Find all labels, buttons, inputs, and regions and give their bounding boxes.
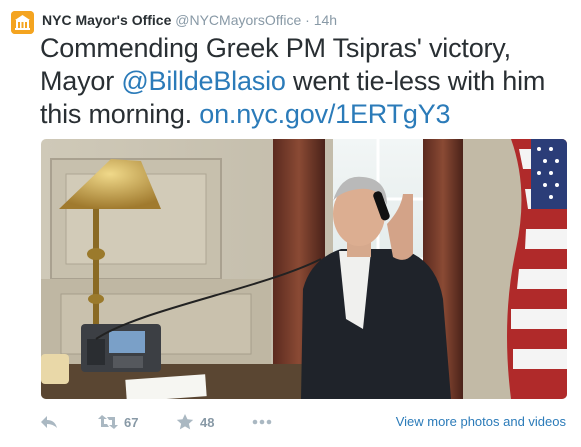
nyc-seal-icon [11,11,34,34]
retweet-button[interactable]: 67 [98,414,138,430]
view-more-photos-link[interactable]: View more photos and videos [396,414,566,429]
more-button[interactable] [252,419,272,425]
author-name[interactable]: NYC Mayor's Office [42,12,171,28]
photo-image [41,139,567,399]
header-separator: · [305,12,310,28]
retweet-icon [98,415,118,429]
tweet-timestamp[interactable]: 14h [314,12,337,28]
tweet-text: Commending Greek PM Tsipras' victory, Ma… [40,32,570,131]
reply-icon [41,416,57,428]
tweet-photo[interactable] [41,139,567,399]
mention-link[interactable]: @BilldeBlasio [121,66,286,96]
avatar[interactable] [11,11,34,34]
reply-button[interactable] [40,414,58,430]
favorite-star-icon [176,414,194,430]
more-dots-icon [252,419,272,425]
tweet-header: NYC Mayor's Office @NYCMayorsOffice · 14… [42,12,337,28]
author-handle[interactable]: @NYCMayorsOffice [175,12,301,28]
favorite-button[interactable]: 48 [176,414,214,430]
favorite-count: 48 [200,414,215,430]
tweet-actions: 67 48 View more photos and videos [40,410,570,436]
url-link[interactable]: on.nyc.gov/1ERTgY3 [199,99,450,129]
retweet-count: 67 [124,414,139,430]
